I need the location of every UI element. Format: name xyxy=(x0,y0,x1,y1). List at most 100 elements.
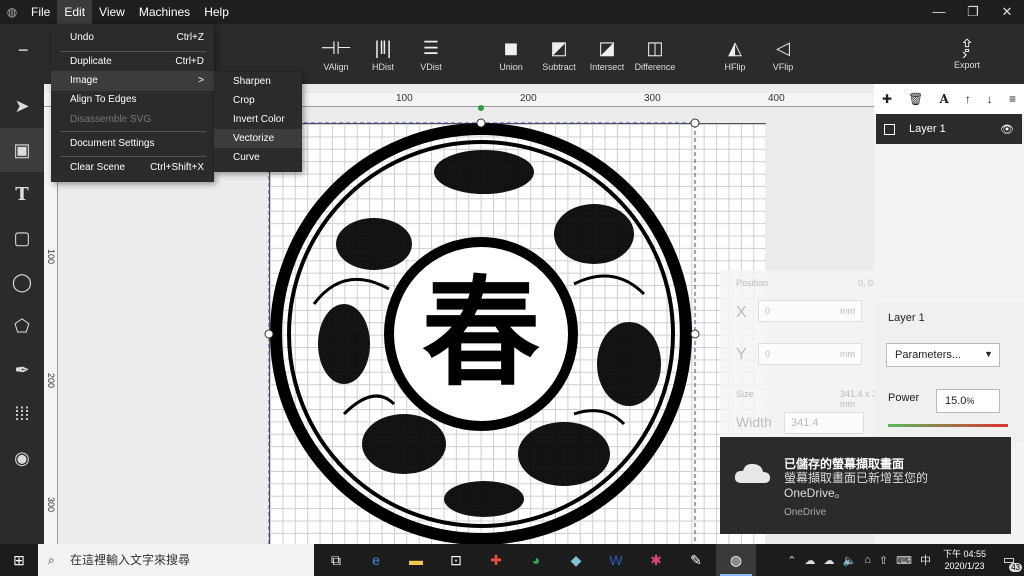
notification-count: 43 xyxy=(1009,563,1022,572)
pen-tool[interactable]: ✒ xyxy=(0,348,44,392)
beamstudio-taskbar-icon[interactable]: ◍ xyxy=(716,544,756,576)
close-icon[interactable]: ✕ xyxy=(990,0,1024,24)
vflip-button[interactable]: ◁ VFlip xyxy=(753,34,813,72)
width-input[interactable]: 341.4 xyxy=(784,412,864,434)
network-icon[interactable]: ⌂ xyxy=(860,554,875,566)
power-input[interactable]: 15.0% xyxy=(936,389,1000,413)
volume-icon[interactable]: 🔈 xyxy=(839,554,861,567)
taskbar-search[interactable]: ⌕ 在這裡輸入文字來搜尋 xyxy=(38,544,314,576)
grid-tool[interactable]: ⁞⁞⁞ xyxy=(0,392,44,436)
camera-tool[interactable]: ◉ xyxy=(0,436,44,480)
layer-menu-icon[interactable]: ≡ xyxy=(1009,92,1016,106)
menu-item-clear-scene[interactable]: Clear Scene Ctrl+Shift+X xyxy=(51,158,214,178)
difference-button[interactable]: ◫ Difference xyxy=(625,34,685,72)
layer-settings-title: Layer 1 xyxy=(888,312,925,324)
text-tool[interactable]: T xyxy=(0,172,44,216)
file-explorer-icon[interactable]: ▬ xyxy=(396,544,436,576)
power-label: Power xyxy=(888,392,920,404)
y-input[interactable]: 0 mm xyxy=(758,343,862,365)
menu-view[interactable]: View xyxy=(92,0,132,24)
clock[interactable]: 下午 04:55 2020/1/23 xyxy=(935,548,994,572)
slack-icon[interactable]: ✱ xyxy=(636,544,676,576)
menu-divider xyxy=(61,131,206,132)
move-up-icon[interactable]: ↑ xyxy=(965,92,971,106)
notification-center[interactable]: ▭ 43 xyxy=(994,552,1024,572)
upload-icon[interactable]: ⇧ xyxy=(875,554,892,567)
keyboard-icon[interactable]: ⌨ xyxy=(892,554,916,567)
submenu-item-invert-color[interactable]: Invert Color xyxy=(214,110,302,129)
image-submenu: Sharpen Crop Invert Color Vectorize Curv… xyxy=(214,72,302,172)
x-label: X xyxy=(736,304,747,321)
toast-source: OneDrive xyxy=(784,507,827,518)
language-icon[interactable]: 中 xyxy=(916,552,935,568)
submenu-item-sharpen[interactable]: Sharpen xyxy=(214,72,302,91)
menu-item-document-settings[interactable]: Document Settings xyxy=(51,134,214,154)
onedrive-icon[interactable]: ☁ xyxy=(820,554,839,567)
rectangle-icon: ▢ xyxy=(13,227,31,248)
submenu-item-crop[interactable]: Crop xyxy=(214,91,302,110)
windows-logo-icon: ⊞ xyxy=(13,551,25,568)
image-icon: ▣ xyxy=(13,139,31,160)
app-icon[interactable]: ◆ xyxy=(556,544,596,576)
grid-icon: ⁞⁞⁞ xyxy=(14,403,30,424)
store-icon[interactable]: ⊡ xyxy=(436,544,476,576)
polygon-tool[interactable]: ⬠ xyxy=(0,304,44,348)
submenu-item-vectorize[interactable]: Vectorize xyxy=(214,129,302,148)
cloud-icon[interactable]: ☁ xyxy=(801,554,820,567)
submenu-item-curve[interactable]: Curve xyxy=(214,148,302,167)
image-tool[interactable]: ▣ xyxy=(0,128,44,172)
word-icon[interactable]: W xyxy=(596,544,636,576)
delete-layer-icon[interactable]: 🗑 xyxy=(908,92,923,106)
gift-icon[interactable]: ✚ xyxy=(476,544,516,576)
menu-item-align-to-edges[interactable]: Align To Edges xyxy=(51,90,214,110)
rectangle-tool[interactable]: ▢ xyxy=(0,216,44,260)
toast-body: 螢幕擷取畫面已新增至您的 OneDrive。 xyxy=(784,471,929,500)
chevron-right-icon[interactable]: › xyxy=(962,46,967,64)
search-icon: ⌕ xyxy=(48,553,55,567)
rename-layer-icon[interactable]: A xyxy=(939,92,948,106)
add-layer-icon[interactable]: ✚ xyxy=(882,92,892,106)
spring-character: 春 xyxy=(422,264,540,402)
parameters-select[interactable]: Parameters... ▼ xyxy=(886,343,1000,367)
menu-help[interactable]: Help xyxy=(197,0,236,24)
eye-icon[interactable]: 👁 xyxy=(1000,123,1014,136)
system-tray: ⌃ ☁ ☁ 🔈 ⌂ ⇧ ⌨ 中 下午 04:55 2020/1/23 ▭ 43 xyxy=(783,544,1024,576)
menu-divider xyxy=(61,156,206,157)
zoom-out-icon[interactable]: − xyxy=(18,40,29,61)
minimize-icon[interactable]: — xyxy=(922,0,956,24)
power-slider[interactable] xyxy=(888,424,1008,427)
menu-item-duplicate[interactable]: Duplicate Ctrl+D xyxy=(51,52,214,72)
ellipse-tool[interactable]: ◯ xyxy=(0,260,44,304)
layer-checkbox[interactable] xyxy=(884,123,895,135)
vdist-button[interactable]: ☰ VDist xyxy=(401,34,461,72)
dropdown-arrow-icon: ▼ xyxy=(984,349,993,359)
x-input[interactable]: 0 mm xyxy=(758,300,862,322)
onedrive-notification[interactable]: 已儲存的螢幕擷取畫面 螢幕擷取畫面已新增至您的 OneDrive。 OneDri… xyxy=(720,437,1011,534)
ellipse-icon: ◯ xyxy=(11,271,33,292)
move-down-icon[interactable]: ↓ xyxy=(987,92,993,106)
layer-name: Layer 1 xyxy=(909,123,946,135)
task-view-icon[interactable]: ⧉ xyxy=(316,544,356,576)
size-label: Size xyxy=(736,389,754,399)
position-label: Position xyxy=(736,278,769,288)
layer-item[interactable]: Layer 1 👁 xyxy=(876,114,1022,144)
taskbar: ⊞ ⌕ 在這裡輸入文字來搜尋 ⧉ e ▬ ⊡ ✚ ◕ ◆ W ✱ ✎ ◍ ⌃ ☁… xyxy=(0,544,1024,576)
menu-item-undo[interactable]: Undo Ctrl+Z xyxy=(51,28,214,48)
app-logo-icon: ◍ xyxy=(6,5,18,19)
tool-panel: ➤ ▣ T ▢ ◯ ⬠ ✒ ⁞⁞⁞ ◉ xyxy=(0,84,44,544)
menu-edit[interactable]: Edit xyxy=(57,0,93,24)
chevron-up-icon[interactable]: ⌃ xyxy=(783,554,800,567)
chevron-right-icon: > xyxy=(198,75,204,86)
edge-icon[interactable]: e xyxy=(356,544,396,576)
menu-item-image[interactable]: Image > xyxy=(51,71,214,91)
vflip-icon: ◁ xyxy=(776,38,790,58)
cursor-tool[interactable]: ➤ xyxy=(0,84,44,128)
menu-file[interactable]: File xyxy=(24,0,57,24)
menu-machines[interactable]: Machines xyxy=(132,0,197,24)
y-label: Y xyxy=(736,346,747,363)
paint-icon[interactable]: ✎ xyxy=(676,544,716,576)
start-button[interactable]: ⊞ xyxy=(0,544,38,576)
toast-title: 已儲存的螢幕擷取畫面 xyxy=(784,457,905,471)
restore-icon[interactable]: ❐ xyxy=(956,0,990,24)
chrome-icon[interactable]: ◕ xyxy=(516,544,556,576)
